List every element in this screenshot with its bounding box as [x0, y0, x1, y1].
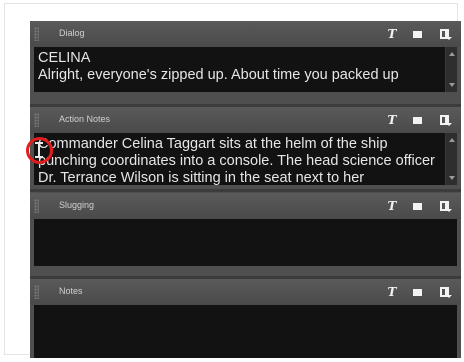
drag-grip-icon[interactable]	[34, 285, 39, 299]
text-cursor-icon	[34, 141, 44, 159]
panel-menu-icon[interactable]	[435, 26, 453, 42]
window-icon[interactable]	[410, 198, 424, 214]
panel-menu-icon[interactable]	[435, 284, 453, 300]
notes-panel-header[interactable]: Notes T	[30, 279, 461, 305]
panel-title: Action Notes	[59, 114, 111, 124]
notes-text-area[interactable]	[34, 305, 457, 358]
text-format-icon[interactable]: T	[385, 26, 399, 42]
slugging-panel: Slugging T	[30, 193, 461, 273]
text-format-icon[interactable]: T	[385, 112, 399, 128]
slugging-panel-header[interactable]: Slugging T	[30, 193, 461, 219]
panel-title: Dialog	[59, 28, 85, 38]
action-notes-text-area[interactable]: Commander Celina Taggart sits at the hel…	[34, 133, 457, 185]
dialog-panel: Dialog T CELINA Alright, everyone's zipp…	[30, 21, 461, 101]
scroll-down-icon[interactable]	[446, 173, 457, 183]
dialog-text-area[interactable]: CELINA Alright, everyone's zipped up. Ab…	[34, 47, 457, 92]
panel-menu-icon[interactable]	[435, 198, 453, 214]
drag-grip-icon[interactable]	[34, 199, 39, 213]
text-format-icon[interactable]: T	[385, 284, 399, 300]
slugging-text-area[interactable]	[34, 219, 457, 266]
panel-title: Slugging	[59, 200, 95, 210]
scrollbar[interactable]	[445, 47, 457, 92]
text-format-icon[interactable]: T	[385, 198, 399, 214]
window-icon[interactable]	[410, 112, 424, 128]
drag-grip-icon[interactable]	[34, 113, 39, 127]
scroll-up-icon[interactable]	[446, 135, 457, 145]
dialog-panel-header[interactable]: Dialog T	[30, 21, 461, 47]
panel-splitter[interactable]	[30, 189, 461, 192]
scroll-down-icon[interactable]	[446, 80, 457, 90]
scrollbar[interactable]	[445, 133, 457, 185]
window-icon[interactable]	[410, 26, 424, 42]
drag-grip-icon[interactable]	[34, 27, 39, 41]
action-notes-text[interactable]: Commander Celina Taggart sits at the hel…	[38, 136, 438, 185]
action-notes-panel-header[interactable]: Action Notes T	[30, 107, 461, 133]
notes-panel: Notes T	[30, 279, 461, 358]
script-panels: Dialog T CELINA Alright, everyone's zipp…	[30, 21, 461, 358]
action-notes-panel: Action Notes T Commander Celina Taggart …	[30, 107, 461, 187]
scroll-up-icon[interactable]	[446, 49, 457, 59]
dialog-text[interactable]: CELINA Alright, everyone's zipped up. Ab…	[38, 50, 438, 84]
panel-menu-icon[interactable]	[435, 112, 453, 128]
panel-title: Notes	[59, 286, 83, 296]
window-icon[interactable]	[410, 284, 424, 300]
